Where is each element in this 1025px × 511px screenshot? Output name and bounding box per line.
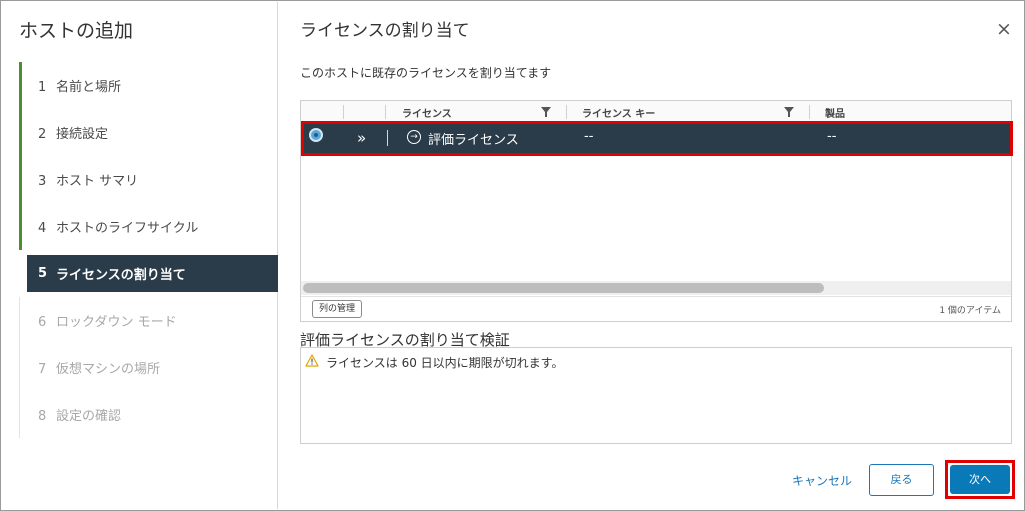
column-header-product[interactable]: 製品 — [825, 101, 845, 123]
license-grid: ライセンス ライセンス キー 製品 » → 評価ライセンス -- -- 列の管理… — [300, 100, 1013, 322]
close-icon[interactable]: × — [995, 20, 1013, 39]
step-host-lifecycle[interactable]: 4 ホストのライフサイクル — [19, 203, 278, 250]
item-count: 1 個のアイテム — [939, 306, 1001, 316]
column-header-license-key[interactable]: ライセンス キー — [582, 101, 655, 123]
step-connection-settings[interactable]: 2 接続設定 — [19, 109, 278, 156]
step-vm-location: 7 仮想マシンの場所 — [19, 344, 278, 391]
add-host-dialog: ホストの追加 1 名前と場所 2 接続設定 3 ホスト サマリ 4 ホストのライフサイク… — [0, 0, 1025, 511]
wizard-steps: 1 名前と場所 2 接続設定 3 ホスト サマリ 4 ホストのライフサイクル 5 ライセン… — [19, 62, 278, 438]
column-separator — [566, 105, 567, 119]
manage-columns-button[interactable]: 列の管理 — [312, 300, 363, 318]
column-separator — [385, 105, 386, 119]
next-button[interactable]: 次へ — [950, 465, 1010, 494]
step-label: 仮想マシンの場所 — [56, 362, 161, 377]
grid-footer: 列の管理 1 個のアイテム — [301, 296, 1011, 321]
validation-box: ライセンスは 60 日以内に期限が切れます。 — [300, 347, 1012, 444]
page-subtitle: このホストに既存のライセンスを割り当てます — [300, 66, 552, 80]
filter-icon[interactable] — [541, 106, 551, 118]
scrollbar-thumb[interactable] — [303, 283, 824, 293]
step-label: 接続設定 — [56, 127, 109, 142]
wizard-title: ホストの追加 — [19, 20, 134, 42]
wizard-main: ライセンスの割り当て × このホストに既存のライセンスを割り当てます ライセンス… — [279, 2, 1025, 509]
step-review-settings: 8 設定の確認 — [19, 391, 278, 438]
column-separator — [343, 105, 344, 119]
wizard-sidebar: ホストの追加 1 名前と場所 2 接続設定 3 ホスト サマリ 4 ホストのライフサイク… — [2, 2, 278, 509]
step-label: ホストのライフサイクル — [56, 221, 199, 236]
warning-message: ライセンスは 60 日以内に期限が切れます。 — [326, 356, 564, 370]
step-label: ライセンスの割り当て — [56, 268, 186, 283]
column-separator — [809, 105, 810, 119]
row-highlight-box — [301, 121, 1013, 156]
grid-header: ライセンス ライセンス キー 製品 — [301, 101, 1011, 123]
step-label: ロックダウン モード — [56, 315, 177, 330]
page-title: ライセンスの割り当て — [300, 21, 470, 41]
cancel-button[interactable]: キャンセル — [792, 472, 852, 489]
column-header-license[interactable]: ライセンス — [402, 101, 452, 123]
step-name-location[interactable]: 1 名前と場所 — [19, 62, 278, 109]
step-host-summary[interactable]: 3 ホスト サマリ — [19, 156, 278, 203]
step-assign-license[interactable]: 5 ライセンスの割り当て — [27, 255, 278, 292]
step-lockdown-mode: 6 ロックダウン モード — [19, 297, 278, 344]
step-label: 設定の確認 — [56, 409, 122, 424]
step-label: ホスト サマリ — [56, 174, 139, 189]
filter-icon[interactable] — [784, 106, 794, 118]
step-label: 名前と場所 — [56, 80, 122, 95]
warning-icon — [305, 354, 319, 367]
back-button[interactable]: 戻る — [869, 464, 934, 496]
